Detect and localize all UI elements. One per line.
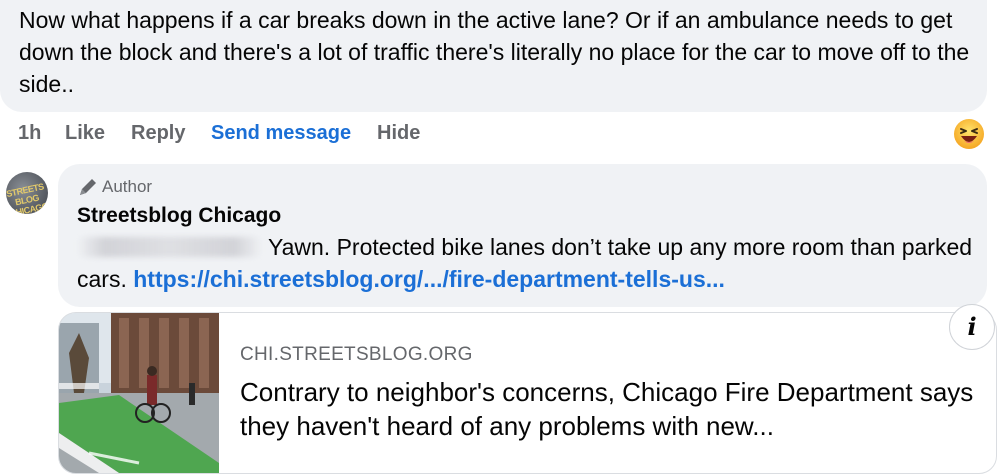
hide-button[interactable]: Hide xyxy=(377,122,420,145)
author-avatar[interactable]: STREETS BLOG CHICAGO xyxy=(6,172,48,214)
mentioned-user-blurred[interactable] xyxy=(77,237,262,257)
reply-bubble: Author Streetsblog Chicago Yawn. Protect… xyxy=(58,164,987,307)
info-icon[interactable]: i xyxy=(949,304,995,350)
reply-button[interactable]: Reply xyxy=(131,122,185,145)
author-badge-label: Author xyxy=(102,177,153,196)
reply-text: Yawn. Protected bike lanes don’t take up… xyxy=(77,231,977,295)
comment-actions: 1h Like Reply Send message Hide xyxy=(0,122,1000,150)
link-headline[interactable]: Contrary to neighbor's concerns, Chicago… xyxy=(240,375,985,443)
comment-timestamp[interactable]: 1h xyxy=(18,122,41,145)
avatar-logo-text: STREETS BLOG CHICAGO xyxy=(6,181,48,214)
like-button[interactable]: Like xyxy=(65,122,105,145)
comment-bubble: Now what happens if a car breaks down in… xyxy=(0,0,987,112)
pencil-icon xyxy=(80,179,96,195)
link-thumbnail-image xyxy=(59,313,219,473)
laughing-emoji-icon[interactable] xyxy=(953,118,985,150)
link-preview-card[interactable]: CHI.STREETSBLOG.ORG Contrary to neighbor… xyxy=(58,312,997,474)
link-domain: CHI.STREETSBLOG.ORG xyxy=(240,344,473,365)
comment-text: Now what happens if a car breaks down in… xyxy=(19,7,970,97)
send-message-button[interactable]: Send message xyxy=(211,122,351,145)
reply-link[interactable]: https://chi.streetsblog.org/.../fire-dep… xyxy=(133,266,725,292)
reply-author-name[interactable]: Streetsblog Chicago xyxy=(77,204,281,228)
